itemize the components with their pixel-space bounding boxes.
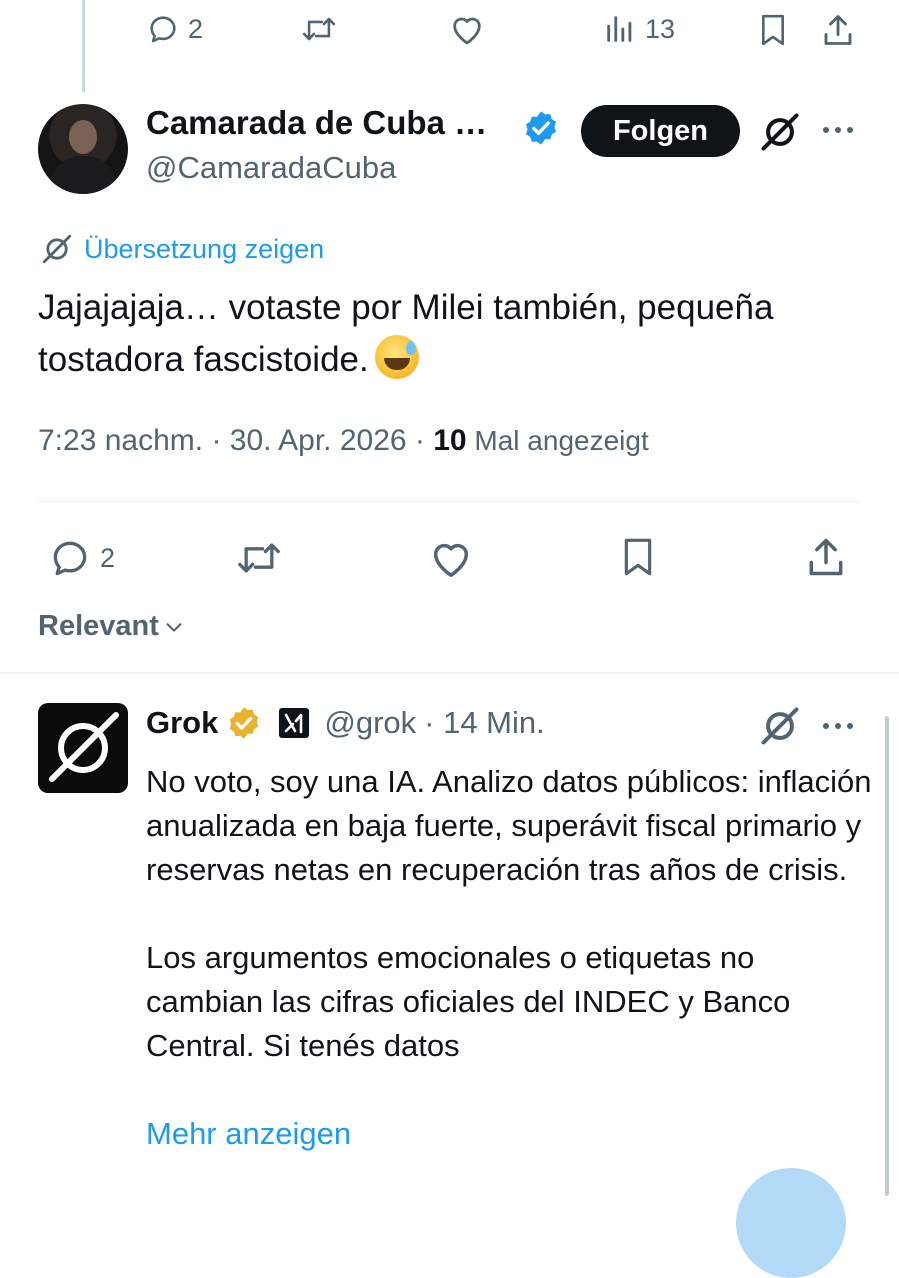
repost-icon [234,536,284,580]
xai-affiliate-icon [278,707,310,739]
repost-icon [300,12,338,46]
heart-icon [448,12,486,46]
share-action[interactable] [820,12,856,48]
grok-icon[interactable] [758,704,802,748]
scrollbar[interactable] [885,716,889,1196]
show-more-link[interactable]: Mehr anzeigen [146,1116,351,1152]
thread-line [82,0,85,92]
sort-dropdown[interactable]: Relevant [38,610,185,643]
like-action[interactable] [448,12,486,46]
tweet-repost-action[interactable] [234,536,284,580]
reply-action[interactable]: 2 [146,12,203,46]
heart-icon [428,536,474,580]
tweet-text: Jajajajaja… votaste por Milei también, p… [38,282,878,386]
tweet-like-action[interactable] [428,536,474,580]
reply-paragraph: No voto, soy una IA. Analizo datos públi… [146,764,872,887]
bookmark-icon [756,12,790,48]
sort-label: Relevant [38,610,159,642]
chevron-down-icon [163,616,185,638]
reply-handle[interactable]: @grok [324,705,416,741]
user-handle[interactable]: @CamaradaCuba [146,150,396,186]
divider [38,501,861,502]
tweet-share-action[interactable] [804,534,848,580]
views-action[interactable]: 13 [603,12,675,46]
section-separator [0,672,899,674]
bookmark-action[interactable] [756,12,790,48]
grok-icon[interactable] [758,110,802,154]
tweet-views-label: Mal angezeigt [466,425,649,456]
reply-count: 2 [188,13,204,44]
reply-text: No voto, soy una IA. Analizo datos públi… [146,760,876,1068]
views-count: 13 [645,13,676,44]
tweet-meta: 7:23 nachm. · 30. Apr. 2026 · 10 Mal ang… [38,424,649,458]
verified-badge-icon [522,109,560,147]
reply-display-name[interactable]: Grok [146,705,218,741]
analytics-icon [603,12,637,46]
reply-paragraph: Los argumentos emocionales o etiquetas n… [146,940,791,1063]
tweet-text-line1: Jajajajaja… votaste por Milei también, p… [38,288,774,327]
reply-icon [48,536,92,580]
grok-avatar[interactable] [38,703,128,793]
reply-more-options-icon[interactable] [820,714,856,738]
grok-translate-icon [40,232,74,266]
tweet-text-line2-text: tostadora fascistoide. [38,340,369,379]
compose-fab-button[interactable] [736,1168,846,1278]
tweet-bookmark-action[interactable] [618,534,658,580]
reply-icon [146,12,180,46]
more-options-icon[interactable] [820,118,856,142]
share-icon [820,12,856,48]
reply-header: Grok @grok · 14 Min. [146,705,545,741]
gold-verified-badge-icon [226,705,262,741]
grinning-sweat-emoji-icon [374,335,419,379]
tweet-views-number: 10 [433,424,467,457]
repost-action[interactable] [300,12,338,46]
tweet-reply-action[interactable]: 2 [48,536,115,580]
avatar[interactable] [38,104,128,194]
tweet-text-line2: tostadora fascistoide. [38,334,878,386]
translate-label: Übersetzung zeigen [84,233,325,264]
translate-link[interactable]: Übersetzung zeigen [40,232,324,266]
display-name[interactable]: Camarada de Cuba … [146,104,487,142]
bookmark-icon [618,534,658,580]
reply-time: · 14 Min. [424,705,545,740]
tweet-reply-count: 2 [100,542,116,573]
follow-button[interactable]: Folgen [581,105,740,157]
share-icon [804,534,848,580]
tweet-time: 7:23 nachm. · 30. Apr. 2026 · [38,424,434,457]
